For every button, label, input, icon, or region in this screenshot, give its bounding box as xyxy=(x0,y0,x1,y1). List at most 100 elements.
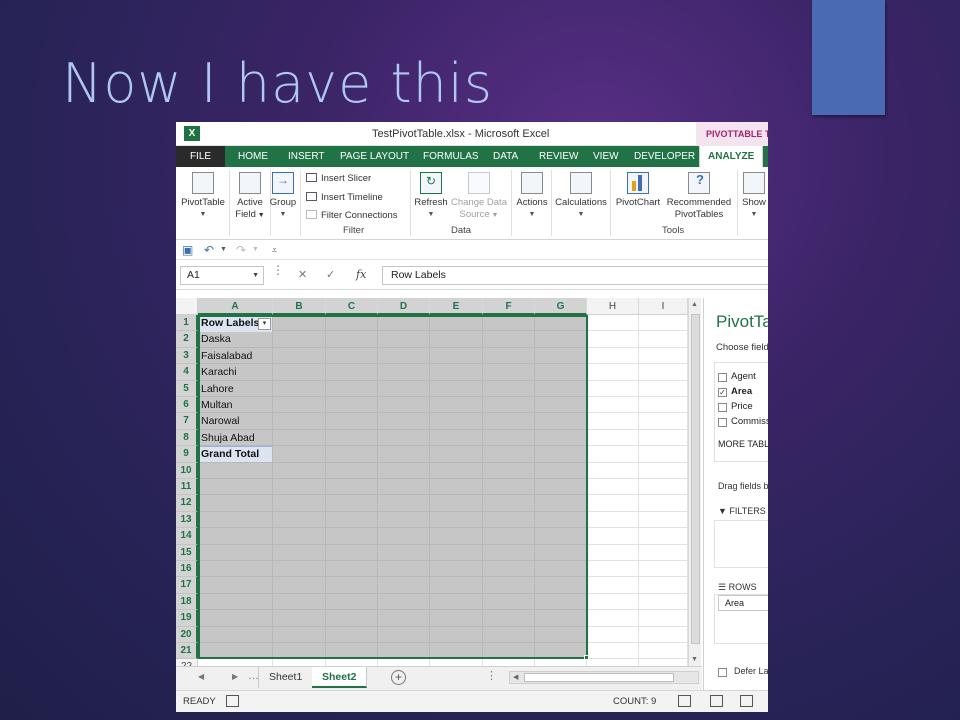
filters-drop-area[interactable] xyxy=(714,520,768,568)
cell-f8[interactable] xyxy=(483,429,535,447)
cell-g11[interactable] xyxy=(535,479,587,496)
cell-g7[interactable] xyxy=(535,413,587,430)
cell-h15[interactable] xyxy=(587,544,639,561)
cell-f18[interactable] xyxy=(483,593,535,611)
cell-b22[interactable] xyxy=(273,659,326,666)
cell-c10[interactable] xyxy=(326,462,378,479)
cell-f19[interactable] xyxy=(483,610,535,627)
cell-d17[interactable] xyxy=(378,577,430,594)
cell-h8[interactable] xyxy=(587,429,639,447)
cell-i1[interactable] xyxy=(639,315,688,332)
pivot-item-faisalabad[interactable]: Faisalabad xyxy=(201,348,252,364)
cell-h5[interactable] xyxy=(587,380,639,397)
rows-field-pill[interactable]: Area xyxy=(718,595,768,611)
horizontal-scroll-thumb[interactable] xyxy=(524,673,674,682)
cell-b2[interactable] xyxy=(273,331,326,348)
change-data-source-button[interactable]: Change Data Source ▼ xyxy=(450,172,508,222)
row-header-4[interactable]: 4 xyxy=(176,364,198,381)
row-header-9[interactable]: 9 xyxy=(176,446,198,463)
cell-b20[interactable] xyxy=(273,626,326,643)
row-header-17[interactable]: 17 xyxy=(176,577,198,594)
cell-h11[interactable] xyxy=(587,479,639,496)
cell-i8[interactable] xyxy=(639,429,688,447)
cell-g16[interactable] xyxy=(535,561,587,578)
cell-d9[interactable] xyxy=(378,446,430,463)
cell-e20[interactable] xyxy=(430,626,483,643)
cell-h18[interactable] xyxy=(587,593,639,611)
cell-f17[interactable] xyxy=(483,577,535,594)
cell-g19[interactable] xyxy=(535,610,587,627)
cell-g2[interactable] xyxy=(535,331,587,348)
redo-icon[interactable]: ↷ xyxy=(236,243,246,257)
cell-b12[interactable] xyxy=(273,495,326,512)
cell-i22[interactable] xyxy=(639,659,688,666)
cell-i10[interactable] xyxy=(639,462,688,479)
cell-e4[interactable] xyxy=(430,364,483,381)
cell-h20[interactable] xyxy=(587,626,639,643)
cell-f2[interactable] xyxy=(483,331,535,348)
cell-h2[interactable] xyxy=(587,331,639,348)
insert-slicer-button[interactable]: Insert Slicer xyxy=(306,173,371,184)
refresh-button[interactable]: ↻ Refresh ▼ xyxy=(412,172,450,221)
cell-i7[interactable] xyxy=(639,413,688,430)
cell-i9[interactable] xyxy=(639,446,688,463)
cell-c7[interactable] xyxy=(326,413,378,430)
cell-c9[interactable] xyxy=(326,446,378,463)
vertical-scrollbar[interactable]: ▲ ▼ xyxy=(688,298,701,666)
cell-c2[interactable] xyxy=(326,331,378,348)
cell-g6[interactable] xyxy=(535,397,587,414)
cell-h14[interactable] xyxy=(587,528,639,545)
cell-f20[interactable] xyxy=(483,626,535,643)
cell-c17[interactable] xyxy=(326,577,378,594)
cell-g21[interactable] xyxy=(535,643,587,660)
cell-c20[interactable] xyxy=(326,626,378,643)
normal-view-icon[interactable] xyxy=(678,695,691,707)
cell-e21[interactable] xyxy=(430,643,483,660)
name-box[interactable]: A1 ▼ xyxy=(180,266,264,285)
cell-i14[interactable] xyxy=(639,528,688,545)
column-header-e[interactable]: E xyxy=(430,298,483,315)
defer-layout-checkbox[interactable] xyxy=(718,668,727,677)
cell-e6[interactable] xyxy=(430,397,483,414)
cell-a14[interactable] xyxy=(198,528,273,545)
cell-b3[interactable] xyxy=(273,347,326,365)
cell-e5[interactable] xyxy=(430,380,483,397)
cell-i3[interactable] xyxy=(639,347,688,365)
enter-icon[interactable]: ✓ xyxy=(326,268,335,281)
cell-a17[interactable] xyxy=(198,577,273,594)
customize-toolbar-icon[interactable]: ⩡ xyxy=(272,245,277,256)
cell-b1[interactable] xyxy=(273,315,326,332)
cell-b15[interactable] xyxy=(273,544,326,561)
save-icon[interactable]: ▣ xyxy=(182,243,193,257)
cell-d2[interactable] xyxy=(378,331,430,348)
pivot-item-narowal[interactable]: Narowal xyxy=(201,413,240,429)
cell-g5[interactable] xyxy=(535,380,587,397)
row-header-14[interactable]: 14 xyxy=(176,528,198,545)
column-header-b[interactable]: B xyxy=(273,298,326,315)
page-break-view-icon[interactable] xyxy=(740,695,753,707)
show-button[interactable]: Show ▼ xyxy=(739,172,768,221)
cell-b7[interactable] xyxy=(273,413,326,430)
macro-record-icon[interactable] xyxy=(226,695,239,707)
cell-b9[interactable] xyxy=(273,446,326,463)
tab-analyze[interactable]: ANALYZE xyxy=(699,146,764,167)
cell-g9[interactable] xyxy=(535,446,587,463)
cell-d4[interactable] xyxy=(378,364,430,381)
cell-h22[interactable] xyxy=(587,659,639,666)
cell-d10[interactable] xyxy=(378,462,430,479)
cell-g15[interactable] xyxy=(535,544,587,561)
cell-a16[interactable] xyxy=(198,561,273,578)
cell-i18[interactable] xyxy=(639,593,688,611)
cell-b10[interactable] xyxy=(273,462,326,479)
scroll-up-icon[interactable]: ▲ xyxy=(691,301,698,308)
pivottable-tools-tab[interactable]: PIVOTTABLE TOOLS xyxy=(696,122,768,146)
cell-i4[interactable] xyxy=(639,364,688,381)
cell-e16[interactable] xyxy=(430,561,483,578)
cell-a11[interactable] xyxy=(198,479,273,496)
tab-formulas[interactable]: FORMULAS xyxy=(423,146,479,167)
tab-data[interactable]: DATA xyxy=(493,146,518,167)
cell-i17[interactable] xyxy=(639,577,688,594)
cell-f1[interactable] xyxy=(483,315,535,332)
cell-c11[interactable] xyxy=(326,479,378,496)
cell-c18[interactable] xyxy=(326,593,378,611)
